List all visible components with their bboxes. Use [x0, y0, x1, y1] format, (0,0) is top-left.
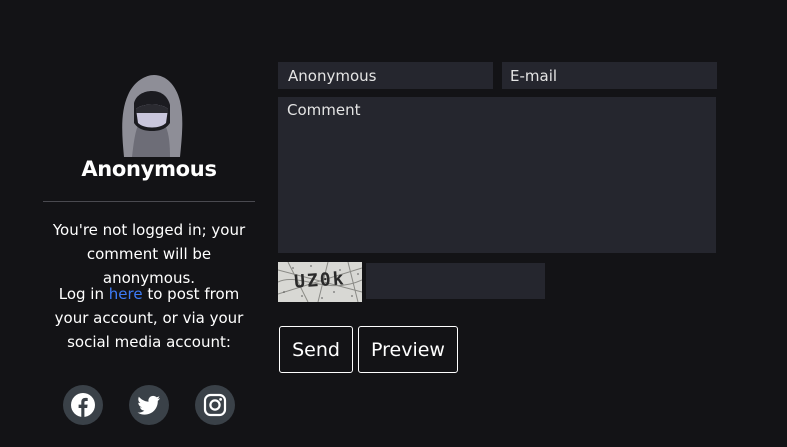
facebook-icon [71, 393, 95, 417]
captcha-text: UZ0k [294, 268, 347, 293]
anonymous-avatar-icon [122, 75, 183, 157]
facebook-login-button[interactable] [63, 385, 103, 425]
username-heading: Anonymous [81, 157, 217, 181]
captcha-input[interactable] [366, 263, 545, 299]
social-login-group [63, 385, 243, 427]
email-field[interactable] [502, 62, 717, 89]
divider [43, 201, 255, 202]
preview-button[interactable]: Preview [358, 326, 458, 373]
twitter-icon [137, 395, 160, 415]
name-field[interactable] [278, 62, 493, 89]
login-link[interactable]: here [109, 285, 143, 303]
send-button[interactable]: Send [279, 326, 353, 373]
login-prompt: Log in here to post from your account, o… [43, 282, 255, 354]
anonymous-notice: You're not logged in; your comment will … [52, 221, 246, 287]
twitter-login-button[interactable] [129, 385, 169, 425]
captcha-image: UZ0k [278, 262, 362, 302]
login-prefix: Log in [58, 285, 109, 303]
instagram-icon [203, 393, 227, 417]
comment-textarea[interactable] [278, 97, 716, 253]
instagram-login-button[interactable] [195, 385, 235, 425]
